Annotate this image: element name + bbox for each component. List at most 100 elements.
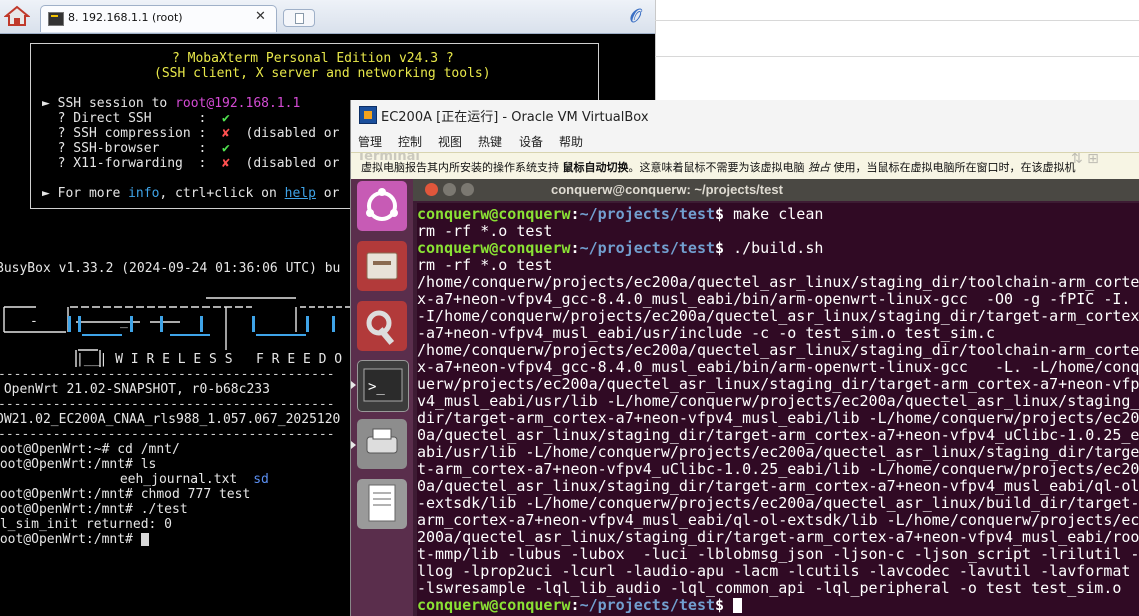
menu-hotkey[interactable]: 热键 — [478, 133, 502, 150]
maximize-icon[interactable] — [461, 183, 474, 196]
menu-control[interactable]: 控制 — [398, 133, 422, 150]
virtualbox-window: EC200A [正在运行] - Oracle VM VirtualBox 管理 … — [350, 100, 1139, 616]
output-line: /home/conquerw/projects/ec200a/quectel_a… — [417, 273, 1139, 291]
terminal-cursor — [733, 598, 743, 613]
vbox-titlebar[interactable]: EC200A [正在运行] - Oracle VM VirtualBox — [351, 100, 1139, 128]
separator-line: ----------------------------------------… — [0, 367, 335, 382]
separator-line: ----------------------------------------… — [0, 427, 335, 442]
info-mid: , ctrl+click on — [159, 186, 285, 201]
feature-label: ? SSH-browser : — [42, 141, 223, 156]
feature-label: ? SSH compression : — [42, 126, 223, 141]
feature-row: ? SSH compression : ✘ (disabled or — [42, 126, 340, 141]
text-editor-icon[interactable] — [357, 479, 407, 529]
prompt-dollar: $ — [715, 596, 725, 614]
prompt-user: conquerw@conquerw — [417, 239, 571, 257]
feature-row: ? Direct SSH : ✔ — [42, 111, 230, 126]
ls-output-line: seeh_journal.txtsd — [0, 472, 269, 487]
banner-title: ? MobaXterm Personal Edition v24.3 ? — [172, 51, 454, 66]
notice-prefix: 虚拟电脑报告其内所安装的操作系统支持 — [361, 161, 563, 174]
ls-entry-file: eeh_journal.txt — [119, 472, 238, 487]
output-line: -I/home/conquerw/projects/ec200a/quectel… — [417, 307, 1139, 325]
session-prefix: ► SSH session to — [42, 96, 176, 111]
output-line: -extsdk/lib -L/home/conquerw/projects/ec… — [417, 494, 1139, 512]
notice-suffix: 使用，当鼠标在虚拟电脑所在窗口时，在该虚拟机 — [830, 161, 1076, 174]
output-line: -a7+neon-vfpv4_musl_eabi/usr/include -c … — [417, 324, 995, 342]
paperclip-icon[interactable]: 𝓞 — [630, 6, 641, 27]
terminal-app-icon[interactable]: >_ — [357, 360, 409, 412]
virtualbox-icon — [359, 106, 377, 124]
cross-icon: ✘ — [222, 156, 230, 171]
mouse-integration-notice: Terminal ⇅ ⊞ 虚拟电脑报告其内所安装的操作系统支持 鼠标自动切换。这… — [351, 152, 1139, 180]
output-line: rm -rf *.o test — [417, 222, 553, 240]
session-target: root@192.168.1.1 — [175, 96, 301, 111]
output-line: arm_cortex-a7+neon-vfpv4_musl_eabi/ql-ol… — [417, 511, 1139, 529]
divider — [655, 20, 1139, 21]
home-icon[interactable] — [3, 5, 31, 27]
settings-icon[interactable] — [357, 301, 407, 351]
minimize-icon[interactable] — [443, 183, 456, 196]
guest-desktop[interactable]: >_ conquerw@conquerw: ~/projects/test co… — [351, 179, 1139, 616]
feature-note: (disabled or — [229, 156, 340, 171]
feature-row: ? SSH-browser : ✔ — [42, 141, 230, 156]
divider — [655, 56, 1139, 57]
output-line: uerw/projects/ec200a/quectel_asr_linux/s… — [417, 375, 1139, 393]
output-line: t-mmp/lib -lubus -lubox -luci -lblobmsg_… — [417, 545, 1139, 563]
command-text — [724, 596, 733, 614]
terminal-cursor — [140, 533, 149, 546]
check-icon: ✔ — [222, 141, 230, 156]
output-line: abi/usr/lib -L/home/conquerw/projects/ec… — [417, 443, 1139, 461]
guest-terminal[interactable]: conquerw@conquerw:~/projects/test$ make … — [417, 203, 1139, 616]
svg-text:-: - — [30, 314, 38, 329]
output-line: t-arm_cortex-a7+neon-vfpv4_uClibc-1.0.25… — [417, 460, 1139, 478]
info-prefix: ► For more — [42, 186, 129, 201]
ssh-session-line: ► SSH session to root@192.168.1.1 — [42, 96, 300, 111]
tab-close-icon[interactable]: ✕ — [255, 9, 266, 24]
notice-text: 虚拟电脑报告其内所安装的操作系统支持 鼠标自动切换。这意味着鼠标不需要为该虚拟电… — [361, 159, 1076, 175]
shell-prompt-line: root@OpenWrt:/mnt# — [0, 532, 149, 547]
openwrt-version-line: OpenWrt 21.02-SNAPSHOT, r0-b68c233 — [0, 382, 270, 397]
prompt-path: ~/projects/test — [579, 205, 716, 223]
menu-view[interactable]: 视图 — [438, 133, 462, 150]
shell-line: root@OpenWrt:/mnt# ls — [0, 457, 157, 472]
menu-manage[interactable]: 管理 — [358, 133, 382, 150]
ls-entry-dir: sd — [253, 472, 269, 487]
printer-icon[interactable] — [357, 419, 407, 469]
output-line: llog -lprop2uci -lcurl -laudio-apu -lacm… — [417, 562, 1139, 580]
window-edge — [655, 0, 656, 100]
output-line: dir/target-arm_cortex-a7+neon-vfpv4_musl… — [417, 409, 1139, 427]
terminal-icon — [48, 12, 64, 26]
help-link[interactable]: help — [285, 186, 316, 201]
prompt-dollar: $ — [715, 239, 725, 257]
prompt-colon: : — [570, 239, 580, 257]
command-text: ./build.sh — [724, 239, 824, 257]
new-tab-button[interactable] — [283, 9, 315, 27]
shell-line: root@OpenWrt:/mnt# ./test — [0, 502, 188, 517]
notice-bold: 鼠标自动切换 — [562, 161, 629, 174]
ubuntu-dash-icon[interactable] — [357, 181, 407, 231]
close-icon[interactable] — [425, 183, 438, 196]
prompt-colon: : — [570, 596, 580, 614]
prompt-user: conquerw@conquerw — [417, 205, 571, 223]
files-icon[interactable] — [357, 241, 407, 291]
guest-window-titlebar[interactable]: conquerw@conquerw: ~/projects/test — [413, 179, 1139, 201]
prompt-line: conquerw@conquerw:~/projects/test$ make … — [417, 206, 823, 223]
prompt-line: conquerw@conquerw:~/projects/test$ — [417, 596, 743, 614]
info-link[interactable]: info — [128, 186, 159, 201]
check-icon: ✔ — [222, 111, 230, 126]
output-line: /home/conquerw/projects/ec200a/quectel_a… — [417, 341, 1139, 359]
menu-help[interactable]: 帮助 — [559, 133, 583, 150]
output-line: 0a/quectel_asr_linux/staging_dir/target-… — [417, 477, 1139, 495]
command-text: make clean — [724, 205, 824, 223]
window-title: EC200A [正在运行] - Oracle VM VirtualBox — [381, 110, 649, 125]
firmware-version-line: OW21.02_EC200A_CNAA_rls988_1.057.067_202… — [0, 412, 341, 427]
notice-italic: 独占 — [808, 161, 830, 174]
info-line: ► For more info, ctrl+click on help or — [42, 186, 339, 201]
prompt-path: ~/projects/test — [579, 239, 716, 257]
tab-ssh-session[interactable]: 8. 192.168.1.1 (root) ✕ — [40, 5, 277, 32]
menu-devices[interactable]: 设备 — [519, 133, 543, 150]
output-line: 200a/quectel_asr_linux/staging_dir/targe… — [417, 528, 1139, 546]
busybox-line: BusyBox v1.33.2 (2024-09-24 01:36:06 UTC… — [0, 261, 341, 276]
output-line: rm -rf *.o test — [417, 256, 553, 274]
prompt-dollar: $ — [715, 205, 725, 223]
feature-row: ? X11-forwarding : ✘ (disabled or — [42, 156, 340, 171]
